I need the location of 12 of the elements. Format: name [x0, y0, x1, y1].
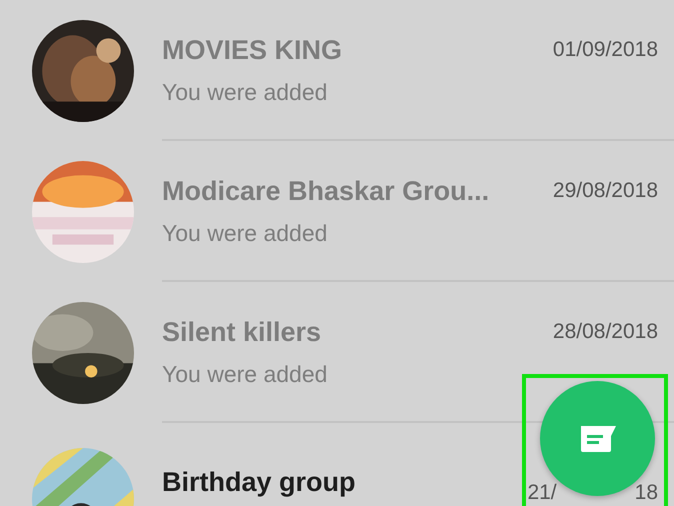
chat-name: Silent killers — [162, 316, 322, 349]
chat-name: Modicare Bhaskar Grou... — [162, 175, 490, 208]
chat-date: 28/08/2018 — [552, 320, 658, 344]
chat-preview: You were added — [162, 361, 328, 388]
chat-date: 29/08/2018 — [552, 179, 658, 203]
chat-preview: You were added — [162, 220, 328, 247]
chat-date: 21/ — [527, 481, 557, 505]
chat-date: 01/09/2018 — [552, 38, 658, 62]
chat-name: Birthday group — [162, 466, 356, 499]
chat-name: MOVIES KING — [162, 34, 342, 67]
chat-date: 18 — [634, 481, 658, 505]
chat-preview: You were added — [162, 79, 328, 106]
